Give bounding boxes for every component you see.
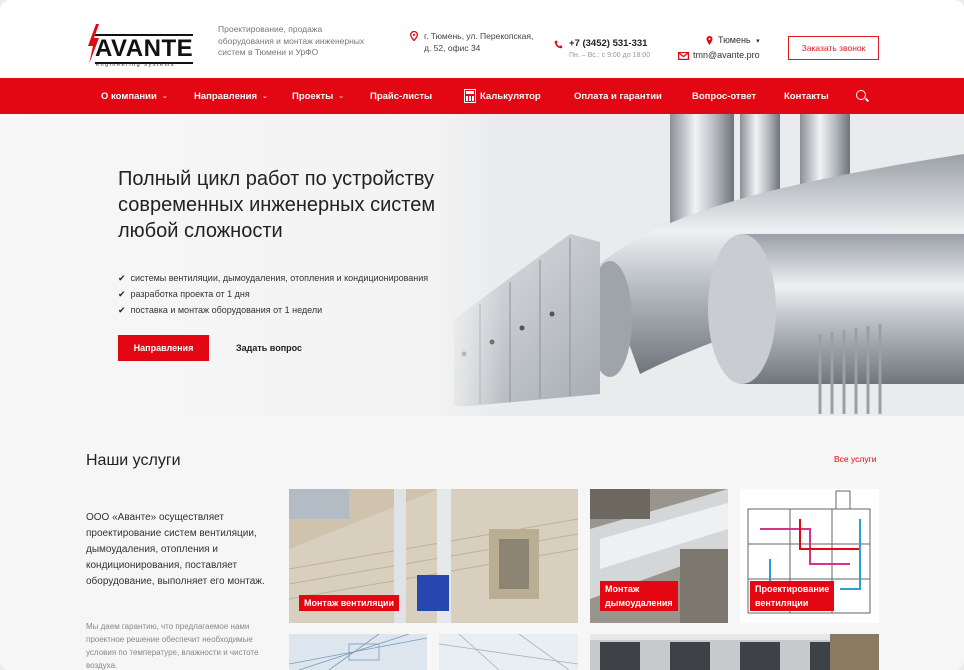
- services-lead: ООО «Аванте» осуществляет проектирование…: [86, 512, 265, 587]
- nav-item-calculator[interactable]: Калькулятор: [464, 78, 541, 114]
- nav-item-about[interactable]: О компании ⌄: [101, 78, 168, 114]
- callback-button[interactable]: Заказать звонок: [788, 36, 879, 60]
- blueprints-photo: [289, 634, 427, 670]
- ask-question-button[interactable]: Задать вопрос: [226, 335, 312, 361]
- hero-bullet: ✔ системы вентиляции, дымоудаления, отоп…: [118, 270, 428, 286]
- nav-item-label: Прайс-листы: [370, 90, 433, 102]
- tile-label-line: вентиляции: [755, 598, 809, 608]
- service-tile-blueprints[interactable]: [289, 634, 427, 670]
- services-section: Наши услуги Все услуги ООО «Аванте» осущ…: [0, 416, 964, 670]
- nav-item-label: Оплата и гарантии: [574, 90, 662, 102]
- services-note: Мы даем гарантию, что предлагаемое нами …: [86, 622, 259, 670]
- nav-item-directions[interactable]: Направления ⌄: [194, 78, 268, 114]
- city-label: Тюмень: [718, 35, 751, 45]
- tagline: Проектирование, продажа оборудования и м…: [218, 24, 365, 57]
- nav-item-label: Калькулятор: [480, 90, 541, 102]
- nav-item-label: Контакты: [784, 90, 829, 102]
- service-tile-equipment[interactable]: [590, 634, 879, 670]
- plans-photo: [439, 634, 578, 670]
- main-nav: О компании ⌄ Направления ⌄ Проекты ⌄ Прайс-…: [0, 78, 964, 114]
- nav-item-label: Направления: [194, 90, 257, 102]
- city-selector[interactable]: Тюмень ▾: [718, 35, 760, 45]
- hero-bullet: ✔ поставка и монтаж оборудования от 1 не…: [118, 302, 428, 318]
- nav-item-faq[interactable]: Вопрос-ответ: [692, 78, 756, 114]
- address: г. Тюмень, ул. Перекопская, д. 52, офис …: [424, 31, 534, 53]
- checkmark-icon: ✔: [118, 289, 126, 299]
- checkmark-icon: ✔: [118, 305, 126, 315]
- tile-label-line: Проектирование: [755, 584, 830, 594]
- site-header: AVANTE engineering systems Проектировани…: [0, 0, 964, 78]
- services-title: Наши услуги: [86, 452, 181, 469]
- hero-bullets: ✔ системы вентиляции, дымоудаления, отоп…: [118, 270, 428, 318]
- calculator-icon: [464, 89, 476, 103]
- hero-ducts-image: [440, 114, 964, 416]
- service-tile-ventilation-install[interactable]: Монтаж вентиляции: [289, 489, 578, 623]
- directions-button[interactable]: Направления: [118, 335, 209, 361]
- logo[interactable]: AVANTE engineering systems: [86, 24, 194, 72]
- tile-label-line: дымоудаления: [605, 598, 673, 608]
- nav-item-prices[interactable]: Прайс-листы: [370, 78, 432, 114]
- email-link[interactable]: tmn@avante.pro: [693, 50, 760, 60]
- logo-text: AVANTE: [95, 34, 194, 64]
- phone-icon: [554, 40, 563, 49]
- service-tile-plans[interactable]: [439, 634, 578, 670]
- nav-item-payment[interactable]: Оплата и гарантии: [574, 78, 662, 114]
- mail-icon: [678, 52, 689, 60]
- phone-number[interactable]: +7 (3452) 531-331: [569, 38, 647, 49]
- nav-item-label: Вопрос-ответ: [692, 90, 757, 102]
- hero-title: Полный цикл работ по устройству современ…: [118, 168, 436, 242]
- working-hours: Пн. – Вс.: с 9:00 до 18:00: [569, 52, 651, 59]
- nav-item-label: Проекты: [292, 90, 334, 102]
- chevron-down-icon: ▾: [756, 38, 760, 45]
- tile-label-line: Монтаж: [605, 584, 640, 594]
- location-pin-icon: [410, 31, 418, 41]
- page: AVANTE engineering systems Проектировани…: [0, 0, 964, 670]
- search-icon[interactable]: [856, 90, 866, 100]
- nav-item-contacts[interactable]: Контакты: [784, 78, 829, 114]
- tile-label: Монтаж вентиляции: [299, 595, 400, 611]
- nav-item-label: О компании: [101, 90, 157, 102]
- chevron-down-icon: ⌄: [338, 93, 345, 100]
- hero-bullet-text: поставка и монтаж оборудования от 1 неде…: [130, 305, 323, 315]
- hero-bullet-text: системы вентиляции, дымоудаления, отопле…: [130, 273, 429, 283]
- service-tile-ventilation-design[interactable]: Проектирование вентиляции: [740, 489, 879, 623]
- checkmark-icon: ✔: [118, 273, 126, 283]
- chevron-down-icon: ⌄: [262, 93, 268, 100]
- hero-bullet: ✔ разработка проекта от 1 дня: [118, 286, 428, 302]
- hero-bullet-text: разработка проекта от 1 дня: [130, 289, 250, 299]
- service-tile-smoke-exhaust-install[interactable]: Монтаж дымоудаления: [590, 489, 728, 623]
- logo-subtitle: engineering systems: [96, 62, 175, 68]
- chevron-down-icon: ⌄: [161, 93, 168, 100]
- equipment-photo: [590, 634, 879, 670]
- hero-section: Полный цикл работ по устройству современ…: [0, 114, 964, 416]
- tile-label: Монтаж дымоудаления: [600, 581, 678, 611]
- location-pin-icon: [706, 36, 713, 45]
- nav-item-projects[interactable]: Проекты ⌄: [292, 78, 344, 114]
- tile-label: Проектирование вентиляции: [750, 581, 835, 611]
- all-services-link[interactable]: Все услуги: [834, 454, 876, 464]
